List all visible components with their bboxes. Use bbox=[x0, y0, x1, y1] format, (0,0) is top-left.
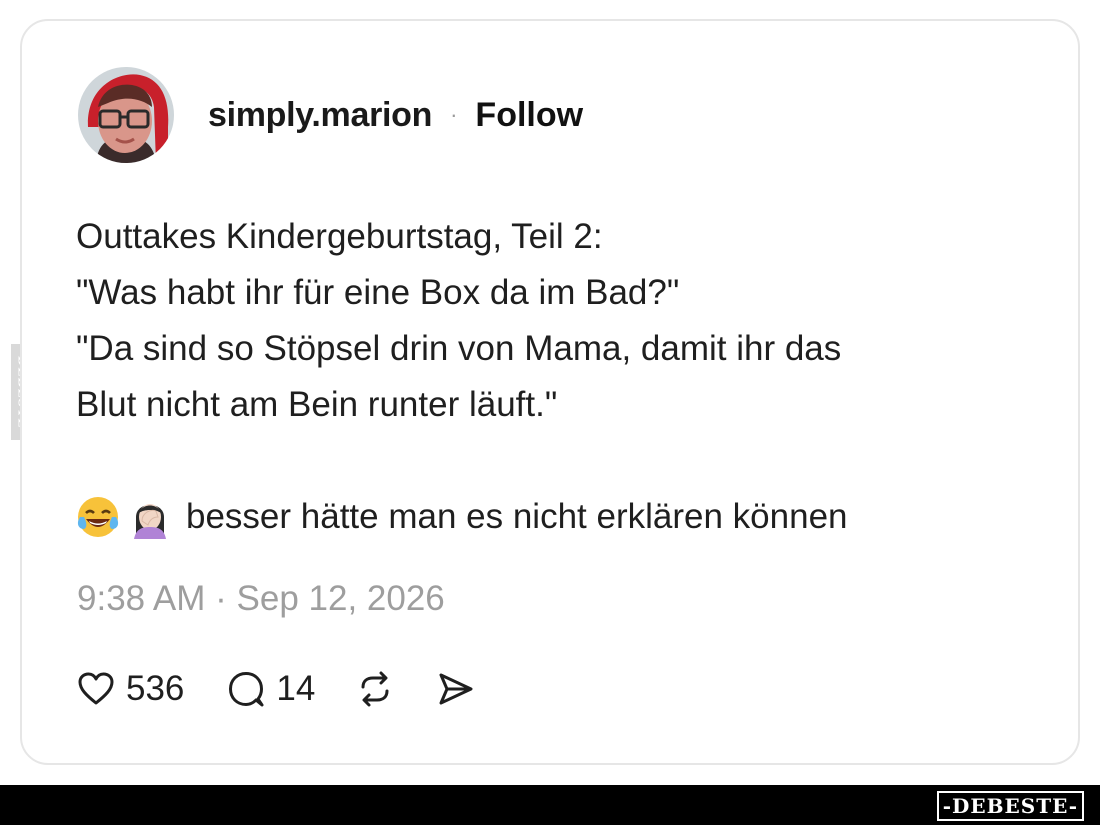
woman-facepalming-icon bbox=[128, 495, 172, 539]
emoji-caption-text: besser hätte man es nicht erklären könne… bbox=[186, 497, 848, 536]
repost-icon bbox=[355, 669, 395, 709]
page: DEBESTE simply.marion · Follow bbox=[0, 0, 1100, 825]
emoji-caption-line: besser hätte man es nicht erklären könne… bbox=[76, 489, 1036, 545]
face-with-tears-of-joy-icon bbox=[76, 495, 120, 539]
footer-bar: -DEBESTE- bbox=[0, 785, 1100, 825]
repost-button[interactable] bbox=[355, 669, 395, 709]
post-line: Blut nicht am Bein runter läuft." bbox=[76, 385, 558, 424]
header-separator: · bbox=[450, 102, 458, 127]
post-body: Outtakes Kindergeburtstag, Teil 2: "Was … bbox=[76, 209, 1036, 545]
like-button[interactable]: 536 bbox=[76, 669, 184, 709]
post-timestamp: 9:38 AM · Sep 12, 2026 bbox=[77, 579, 445, 618]
share-button[interactable] bbox=[435, 669, 475, 709]
post-card: simply.marion · Follow Outtakes Kinderge… bbox=[20, 19, 1080, 765]
follow-button[interactable]: Follow bbox=[475, 96, 583, 135]
avatar[interactable] bbox=[78, 67, 174, 163]
post-line: Outtakes Kindergeburtstag, Teil 2: bbox=[76, 217, 603, 256]
footer-logo: -DEBESTE- bbox=[936, 791, 1084, 821]
username[interactable]: simply.marion bbox=[208, 96, 432, 135]
post-spacer bbox=[76, 433, 1036, 489]
post-line: "Was habt ihr für eine Box da im Bad?" bbox=[76, 273, 680, 312]
share-icon bbox=[435, 669, 475, 709]
heart-icon bbox=[76, 669, 116, 709]
like-count: 536 bbox=[126, 669, 185, 708]
post-header: simply.marion · Follow bbox=[78, 67, 583, 163]
comment-button[interactable]: 14 bbox=[226, 669, 315, 709]
comment-count: 14 bbox=[276, 669, 316, 708]
action-bar: 536 14 bbox=[76, 669, 475, 709]
comment-icon bbox=[226, 669, 266, 709]
post-line: "Da sind so Stöpsel drin von Mama, damit… bbox=[76, 329, 842, 368]
